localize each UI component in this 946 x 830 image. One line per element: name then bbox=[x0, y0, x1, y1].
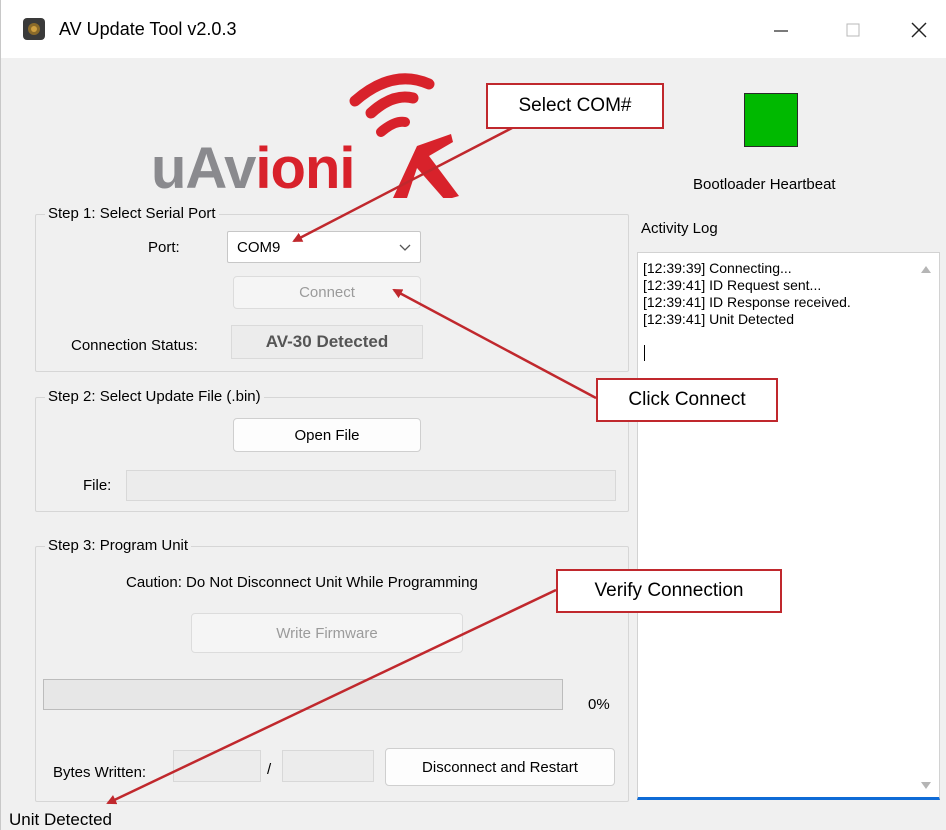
chevron-down-icon bbox=[399, 244, 411, 251]
connection-status-label: Connection Status: bbox=[71, 337, 198, 354]
write-firmware-button[interactable]: Write Firmware bbox=[191, 613, 463, 653]
minimize-icon bbox=[774, 30, 788, 32]
connect-button[interactable]: Connect bbox=[233, 276, 421, 309]
step3-legend: Step 3: Program Unit bbox=[45, 537, 192, 554]
file-label: File: bbox=[83, 477, 112, 494]
port-select-value: COM9 bbox=[237, 238, 281, 256]
heartbeat-indicator bbox=[744, 93, 798, 147]
bytes-written-label: Bytes Written: bbox=[53, 764, 147, 781]
bytes-separator: / bbox=[267, 761, 272, 778]
status-bar-text: Unit Detected bbox=[9, 810, 112, 829]
step1-legend: Step 1: Select Serial Port bbox=[45, 205, 219, 222]
port-label: Port: bbox=[148, 239, 180, 256]
log-line: [12:39:41] Unit Detected bbox=[643, 311, 794, 327]
activity-log-label: Activity Log bbox=[641, 220, 718, 237]
log-line: [12:39:39] Connecting... bbox=[643, 260, 792, 276]
activity-log[interactable]: [12:39:39] Connecting... [12:39:41] ID R… bbox=[637, 252, 940, 800]
text-cursor bbox=[644, 345, 645, 361]
status-bar bbox=[1, 805, 946, 830]
app-window: AV Update Tool v2.0.3 uAvioni Step 1: Se… bbox=[0, 0, 946, 830]
window-title: AV Update Tool v2.0.3 bbox=[59, 19, 237, 39]
close-button[interactable] bbox=[899, 12, 939, 48]
open-file-button[interactable]: Open File bbox=[233, 418, 421, 452]
log-lines: [12:39:39] Connecting... [12:39:41] ID R… bbox=[643, 260, 911, 328]
close-icon bbox=[911, 22, 927, 38]
log-line: [12:39:41] ID Request sent... bbox=[643, 277, 822, 293]
minimize-button[interactable] bbox=[761, 12, 801, 48]
connection-status-value: AV-30 Detected bbox=[231, 325, 423, 359]
progress-bar bbox=[43, 679, 563, 710]
port-select[interactable]: COM9 bbox=[227, 231, 421, 263]
callout-verify-connection: Verify Connection bbox=[556, 569, 782, 613]
disconnect-restart-button[interactable]: Disconnect and Restart bbox=[385, 748, 615, 786]
progress-percent: 0% bbox=[588, 696, 610, 713]
step2-legend: Step 2: Select Update File (.bin) bbox=[45, 388, 264, 405]
heartbeat-label: Bootloader Heartbeat bbox=[693, 176, 836, 193]
app-icon bbox=[23, 18, 45, 40]
log-line: [12:39:41] ID Response received. bbox=[643, 294, 851, 310]
callout-select-com: Select COM# bbox=[486, 83, 664, 129]
logo-text-gray: uAv bbox=[151, 136, 256, 201]
file-path-field bbox=[126, 470, 616, 501]
maximize-button[interactable] bbox=[833, 12, 873, 48]
logo-airplane-icon bbox=[349, 73, 459, 198]
scroll-down-icon[interactable] bbox=[921, 782, 931, 789]
callout-click-connect: Click Connect bbox=[596, 378, 778, 422]
caution-text: Caution: Do Not Disconnect Unit While Pr… bbox=[126, 574, 478, 591]
bytes-total-field bbox=[282, 750, 374, 782]
scroll-up-icon[interactable] bbox=[921, 266, 931, 273]
bytes-written-field bbox=[173, 750, 261, 782]
maximize-icon bbox=[846, 23, 860, 37]
